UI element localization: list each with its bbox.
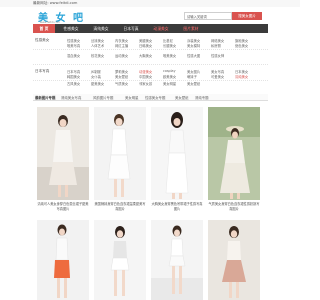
category-link[interactable]: 萌妹子 — [187, 74, 197, 79]
nav-item[interactable]: 图片素材 — [177, 24, 205, 33]
photo-caption[interactable]: 气质美女身穿白色连衣裙性感妖娆写真图片 — [208, 202, 260, 211]
photo-thumbnail[interactable] — [208, 107, 260, 200]
category-link[interactable]: 可爱美女 — [211, 74, 224, 79]
nav-item[interactable]: 清纯美女 — [87, 24, 115, 33]
nav-item[interactable]: 动漫美女 — [147, 24, 175, 33]
category-link[interactable]: 人体艺术 — [91, 43, 104, 48]
tab-item[interactable]: 美女明星 — [125, 95, 139, 100]
nav-item[interactable]: 性感美女 — [57, 24, 85, 33]
category-link[interactable]: 性感大图 — [187, 53, 200, 58]
tab-item[interactable]: 风韵图片专题 — [93, 95, 113, 100]
category-link[interactable]: 清纯美女 — [235, 74, 248, 79]
main-nav: 首 页 性感美女 清纯美女 日本写真 动漫美女 图片素材 — [33, 24, 268, 33]
category-link[interactable]: 唯美写真 — [67, 43, 80, 48]
category-link[interactable]: 美女模特 — [187, 43, 200, 48]
nav-item[interactable]: 日本写真 — [117, 24, 145, 33]
photo-caption[interactable]: 大胸美女身穿黑色吊带裙子性感写真图片 — [151, 202, 203, 211]
top-bar: 最新网址: www.feitdi.com — [0, 0, 300, 7]
category-link[interactable]: 韩国美女 — [67, 74, 80, 79]
photo-thumbnail[interactable] — [37, 220, 89, 300]
site-notice: 最新网址: www.feitdi.com — [33, 1, 78, 5]
photo-thumbnail[interactable] — [37, 107, 89, 200]
photo-thumbnail[interactable] — [208, 220, 260, 300]
photo-thumbnail[interactable] — [151, 107, 203, 200]
category-link[interactable]: 校花美女 — [91, 53, 104, 58]
category-link[interactable]: 古风美女 — [67, 81, 80, 86]
category-link[interactable]: 日韩美女 — [139, 43, 152, 48]
category-link[interactable]: 私房照 — [211, 43, 221, 48]
photo-caption[interactable]: 清纯可人美女身穿白色蕾丝裙子甜美写真图片 — [37, 202, 89, 211]
category-link[interactable]: 美女壁纸 — [187, 81, 200, 86]
category-link[interactable]: 性感女神 — [211, 53, 224, 58]
category-link[interactable]: 长腿美女 — [163, 43, 176, 48]
tab-item[interactable]: 性感美女专题 — [145, 95, 165, 100]
category-panel: 性感美女 性感美女 丝袜美女 内衣美女 美腿美女 比基尼 泳装美女 网络美女 旗… — [33, 36, 268, 86]
photo-thumbnail[interactable] — [94, 107, 146, 200]
category-link[interactable]: 唯美美女 — [163, 53, 176, 58]
category-row: 日本写真 日本写真 JK制服 萝莉美女 动漫美女 cosplay 美女图片 美女… — [33, 67, 268, 81]
category-row: 性感美女 性感美女 丝袜美女 内衣美女 美腿美女 比基尼 泳装美女 网络美女 旗… — [33, 36, 268, 50]
category-link[interactable]: 甜美美女 — [91, 81, 104, 86]
photo-thumbnail[interactable] — [94, 220, 146, 300]
photo-thumbnail[interactable] — [151, 220, 203, 300]
category-link[interactable]: 美女壁纸 — [115, 74, 128, 79]
search-input[interactable] — [184, 12, 232, 20]
photo-caption[interactable]: 美国辣妹身穿白色连衣裙温柔甜美写真图片 — [94, 202, 146, 211]
category-link[interactable]: 美女明星 — [163, 81, 176, 86]
category-link[interactable]: 混血美女 — [67, 53, 80, 58]
category-link[interactable]: cosplay — [163, 69, 176, 73]
category-link[interactable]: 绝色美女 — [235, 43, 248, 48]
tab-item[interactable]: 清纯美女写真 — [61, 95, 81, 100]
category-link[interactable]: 运动美女 — [115, 53, 128, 58]
tab-latest[interactable]: 最新图片专题 — [35, 95, 55, 100]
nav-item-home[interactable]: 首 页 — [33, 24, 55, 33]
category-row: 混血美女 校花美女 运动美女 大胸美女 唯美美女 性感大图 性感女神 — [33, 51, 268, 65]
tab-item[interactable]: 清纯专题 — [195, 95, 209, 100]
category-link[interactable]: 欧美美女 — [163, 74, 176, 79]
category-row-label: 日本写真 — [35, 69, 50, 73]
category-link[interactable]: 气质美女 — [115, 81, 128, 86]
category-row-label: 性感美女 — [35, 38, 50, 42]
category-link[interactable]: 中国美女 — [139, 74, 152, 79]
category-link[interactable]: 邻家女孩 — [139, 81, 152, 86]
search-button[interactable]: 搜美女图片 — [232, 12, 262, 20]
tab-item[interactable]: 美女壁纸 — [175, 95, 189, 100]
category-link[interactable]: 女仆装 — [91, 74, 101, 79]
category-link[interactable]: 大胸美女 — [139, 53, 152, 58]
category-link[interactable]: 网红主播 — [115, 43, 128, 48]
topic-tabs: 最新图片专题 清纯美女写真 风韵图片专题 美女明星 性感美女专题 美女壁纸 清纯… — [33, 94, 268, 101]
